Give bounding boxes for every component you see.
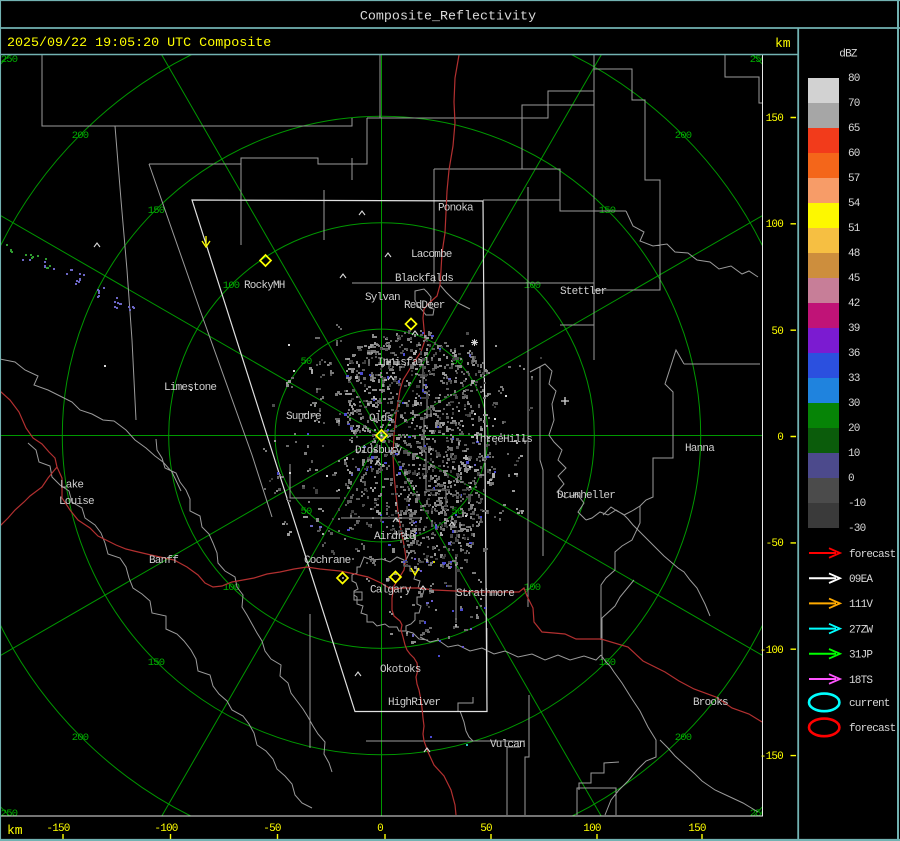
svg-text:current: current	[849, 698, 890, 710]
svg-text:51: 51	[848, 223, 861, 235]
svg-text:Didsbury: Didsbury	[355, 445, 403, 457]
svg-text:RockyMH: RockyMH	[244, 280, 285, 292]
svg-text:33: 33	[848, 373, 860, 385]
svg-text:forecast: forecast	[849, 549, 896, 561]
svg-text:70: 70	[848, 98, 860, 110]
svg-text:200: 200	[675, 130, 692, 142]
svg-text:RedDeer: RedDeer	[404, 300, 445, 312]
svg-text:Lacombe: Lacombe	[411, 249, 452, 261]
svg-text:-50: -50	[263, 823, 281, 835]
svg-text:Sundre: Sundre	[286, 411, 321, 423]
svg-text:18TS: 18TS	[849, 675, 873, 687]
svg-text:-100: -100	[154, 823, 177, 835]
svg-text:HighRiver: HighRiver	[388, 697, 440, 709]
svg-text:45: 45	[848, 273, 860, 285]
svg-text:10: 10	[848, 448, 860, 460]
svg-text:200: 200	[675, 732, 692, 744]
svg-text:200: 200	[72, 732, 89, 744]
svg-text:20: 20	[848, 423, 860, 435]
svg-text:54: 54	[848, 198, 861, 210]
svg-text:-10: -10	[848, 498, 866, 510]
svg-text:50: 50	[771, 326, 783, 338]
svg-text:0: 0	[848, 473, 854, 485]
svg-text:Cochrane: Cochrane	[304, 555, 351, 567]
svg-text:-30: -30	[848, 523, 866, 535]
svg-text:ThreeHills: ThreeHills	[474, 434, 532, 446]
svg-text:-150: -150	[46, 823, 69, 835]
svg-text:100: 100	[223, 280, 240, 292]
svg-text:0: 0	[377, 823, 383, 835]
svg-text:Calgary: Calgary	[370, 585, 412, 597]
svg-text:-150: -150	[760, 751, 783, 763]
svg-text:31JP: 31JP	[849, 650, 873, 662]
svg-text:39: 39	[848, 323, 860, 335]
svg-text:150: 150	[148, 657, 165, 669]
svg-text:Strathmore: Strathmore	[456, 588, 514, 600]
svg-text:100: 100	[583, 823, 601, 835]
svg-text:Ponoka: Ponoka	[438, 203, 474, 215]
svg-text:Airdrie: Airdrie	[374, 531, 415, 543]
svg-text:Lake: Lake	[60, 480, 83, 492]
svg-text:Innisfail: Innisfail	[377, 357, 429, 369]
svg-text:80: 80	[848, 73, 860, 85]
svg-text:-50: -50	[766, 538, 784, 550]
svg-text:09EA: 09EA	[849, 574, 873, 586]
svg-text:Sylvan: Sylvan	[365, 292, 400, 304]
svg-text:Blackfalds: Blackfalds	[395, 273, 453, 285]
svg-text:50: 50	[480, 823, 492, 835]
svg-text:Banff: Banff	[149, 555, 178, 567]
svg-text:Vulcan: Vulcan	[490, 739, 525, 751]
svg-text:Louise: Louise	[59, 496, 94, 508]
svg-text:50: 50	[300, 356, 312, 368]
svg-text:100: 100	[524, 582, 541, 594]
svg-text:Olds: Olds	[369, 413, 392, 425]
svg-text:0: 0	[777, 432, 783, 444]
svg-text:150: 150	[148, 205, 165, 217]
svg-text:km: km	[775, 36, 791, 51]
svg-text:111V: 111V	[849, 599, 873, 611]
svg-text:Composite_Reflectivity: Composite_Reflectivity	[360, 10, 536, 25]
svg-text:dBZ: dBZ	[839, 49, 858, 61]
svg-text:65: 65	[848, 123, 860, 135]
svg-text:100: 100	[766, 219, 784, 231]
svg-text:60: 60	[848, 148, 860, 160]
svg-text:200: 200	[72, 130, 89, 142]
svg-text:Drumheller: Drumheller	[557, 490, 615, 502]
svg-text:100: 100	[524, 280, 541, 292]
svg-text:36: 36	[848, 348, 860, 360]
svg-text:km: km	[7, 823, 23, 838]
svg-text:42: 42	[848, 298, 860, 310]
svg-text:30: 30	[848, 398, 860, 410]
svg-text:250: 250	[1, 54, 18, 66]
svg-text:-100: -100	[760, 645, 783, 657]
svg-text:Hanna: Hanna	[685, 443, 715, 455]
svg-text:27ZW: 27ZW	[849, 624, 873, 636]
svg-text:Okotoks: Okotoks	[380, 664, 421, 676]
svg-text:2025/09/22 19:05:20 UTC Compos: 2025/09/22 19:05:20 UTC Composite	[7, 36, 271, 51]
svg-text:57: 57	[848, 173, 860, 185]
svg-text:forecast: forecast	[849, 723, 896, 735]
svg-text:48: 48	[848, 248, 860, 260]
svg-text:150: 150	[688, 823, 706, 835]
svg-text:Brooks: Brooks	[693, 697, 728, 709]
svg-text:Stettler: Stettler	[560, 286, 607, 298]
svg-text:150: 150	[766, 113, 784, 125]
svg-text:Limestone: Limestone	[164, 382, 216, 394]
